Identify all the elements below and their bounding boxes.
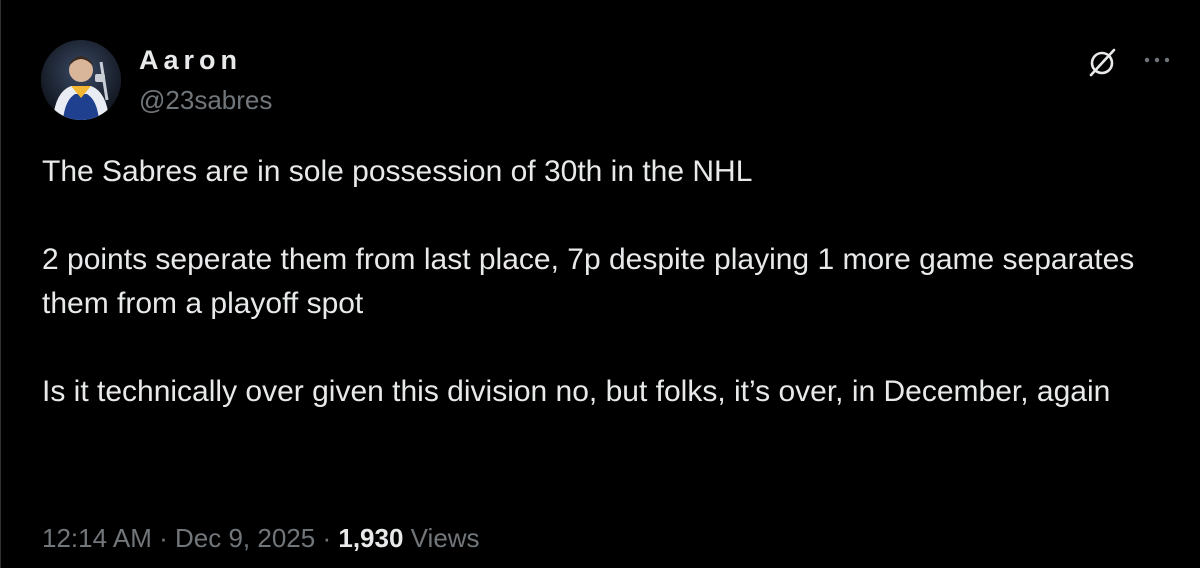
tweet-date[interactable]: Dec 9, 2025 xyxy=(175,523,315,553)
avatar-image xyxy=(41,40,121,120)
avatar[interactable] xyxy=(41,40,121,120)
author-display-name[interactable]: Aaron xyxy=(139,44,242,76)
tweet-body: The Sabres are in sole possession of 30t… xyxy=(42,150,1162,414)
separator: · xyxy=(322,523,332,553)
tweet-paragraph: The Sabres are in sole possession of 30t… xyxy=(42,155,753,188)
separator: · xyxy=(159,523,168,553)
tweet-card: Aaron @23sabres The Sabres are in sole p… xyxy=(0,0,1200,568)
tweet-paragraph: Is it technically over given this divisi… xyxy=(42,375,1111,408)
grok-icon[interactable] xyxy=(1084,44,1120,80)
views-count[interactable]: 1,930 xyxy=(338,523,403,553)
tweet-metadata: 12:14 AM · Dec 9, 2025 · 1,930 Views xyxy=(42,520,480,556)
author-handle[interactable]: @23sabres xyxy=(139,84,272,116)
more-options-icon[interactable] xyxy=(1139,46,1175,74)
tweet-paragraph: 2 points seperate them from last place, … xyxy=(42,243,1135,320)
views-label[interactable]: Views xyxy=(411,523,480,553)
tweet-time[interactable]: 12:14 AM xyxy=(42,523,152,553)
